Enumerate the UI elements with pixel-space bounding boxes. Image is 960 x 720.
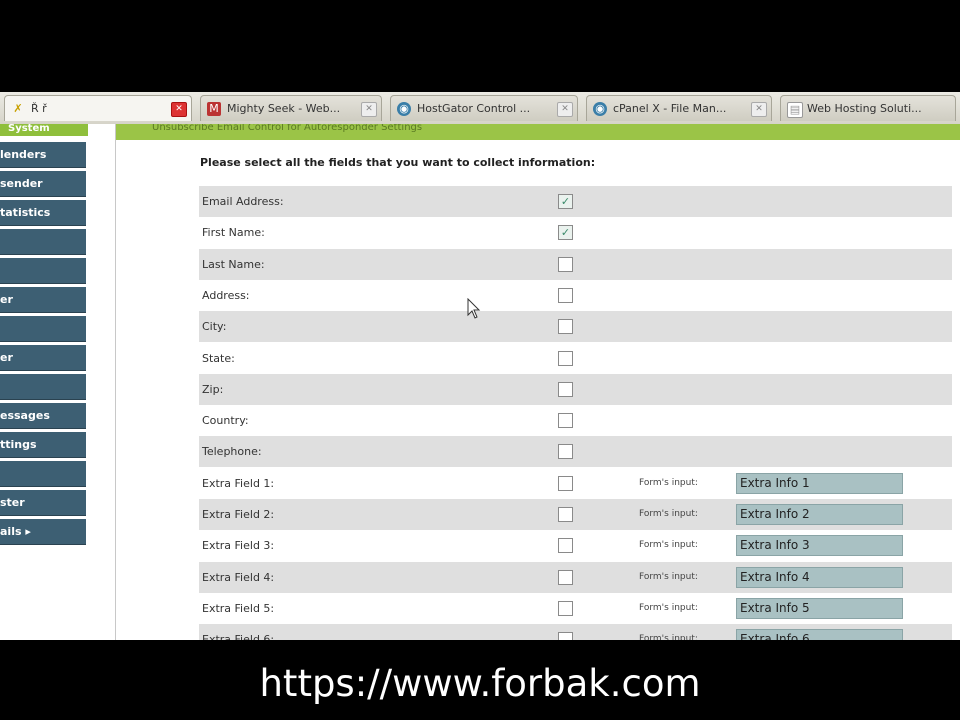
- tab-current[interactable]: ✗ Ř ř ✕: [4, 95, 192, 121]
- field-label: Extra Field 4:: [202, 570, 275, 584]
- field-checkbox[interactable]: ✓: [558, 225, 573, 241]
- sidebar-item[interactable]: sender: [0, 171, 86, 197]
- sidebar-item[interactable]: [0, 258, 86, 284]
- page-icon: ▤: [787, 102, 803, 118]
- extra-field-input[interactable]: Extra Info 5: [736, 597, 903, 619]
- tab-label: Mighty Seek - Web...: [227, 102, 341, 115]
- field-checkbox[interactable]: [558, 256, 573, 272]
- sidebar-item[interactable]: lenders: [0, 142, 86, 168]
- sidebar-item[interactable]: ttings: [0, 432, 86, 458]
- field-row: Extra Field 5: Form's input: Extra Info 5: [199, 593, 952, 624]
- watermark-url: https://www.forbak.com: [259, 662, 701, 705]
- sidebar-item[interactable]: essages: [0, 403, 86, 429]
- field-label: Telephone:: [202, 445, 262, 459]
- form-input-label: Form's input:: [639, 571, 698, 582]
- web-page: System lenders sender tatistics er er es…: [0, 124, 960, 640]
- sidebar-item[interactable]: ails ▸: [0, 519, 86, 545]
- sidebar-item[interactable]: [0, 461, 86, 487]
- form-input-label: Form's input:: [639, 634, 698, 640]
- field-row: Last Name:: [199, 248, 952, 280]
- tab-label: HostGator Control ...: [417, 102, 531, 115]
- field-label: Extra Field 6:: [202, 633, 275, 640]
- sidebar-item[interactable]: er: [0, 345, 86, 371]
- sidebar-item[interactable]: ster: [0, 490, 86, 516]
- field-checkbox[interactable]: [558, 538, 573, 554]
- field-row: Email Address: ✓: [199, 186, 952, 217]
- field-label: Extra Field 2:: [202, 508, 275, 521]
- close-tab-icon[interactable]: ✕: [751, 102, 767, 117]
- hostgator-icon: ◉: [397, 102, 411, 116]
- field-label: State:: [202, 351, 235, 365]
- field-checkbox[interactable]: [558, 350, 573, 366]
- tab-label: cPanel X - File Man...: [613, 102, 727, 115]
- field-row: Extra Field 1: Form's input: Extra Info 1: [199, 468, 952, 499]
- sidebar-header: System: [0, 124, 88, 136]
- sidebar-item[interactable]: [0, 374, 86, 400]
- field-checkbox[interactable]: [558, 319, 573, 335]
- extra-field-input[interactable]: Extra Info 2: [736, 504, 903, 525]
- field-label: Email Address:: [202, 195, 284, 208]
- extra-field-input[interactable]: Extra Info 3: [736, 535, 903, 557]
- field-label: First Name:: [202, 226, 265, 240]
- field-label: Last Name:: [202, 257, 265, 271]
- field-label: Extra Field 5:: [202, 601, 275, 615]
- field-label: Country:: [202, 414, 249, 428]
- tab-label: Web Hosting Soluti...: [807, 102, 922, 115]
- field-checkbox[interactable]: [558, 381, 573, 397]
- field-row: Country:: [199, 405, 952, 436]
- tab-cpanel[interactable]: ◉ cPanel X - File Man... ✕: [586, 95, 772, 121]
- cpanel-icon: ◉: [593, 102, 607, 116]
- mighty-seek-icon: M: [207, 102, 221, 116]
- field-label: Address:: [202, 288, 250, 302]
- form-instructions: Please select all the fields that you wa…: [200, 156, 596, 169]
- field-label: Zip:: [202, 382, 224, 396]
- field-checkbox[interactable]: ✓: [558, 194, 573, 209]
- field-row: Address:: [199, 280, 952, 311]
- sidebar: System lenders sender tatistics er er es…: [0, 124, 88, 640]
- field-checkbox[interactable]: [558, 413, 573, 429]
- close-tab-icon[interactable]: ✕: [171, 102, 187, 117]
- sidebar-item[interactable]: tatistics: [0, 200, 86, 226]
- sidebar-item[interactable]: [0, 316, 86, 342]
- form-input-label: Form's input:: [639, 602, 698, 613]
- field-checkbox[interactable]: [558, 475, 573, 491]
- mouse-cursor-icon: [467, 298, 481, 319]
- field-row: Telephone:: [199, 436, 952, 468]
- close-tab-icon[interactable]: ✕: [557, 102, 573, 117]
- field-row: Extra Field 4: Form's input: Extra Info 4: [199, 561, 952, 593]
- tab-hostgator[interactable]: ◉ HostGator Control ... ✕: [390, 95, 578, 121]
- x-logo-icon: ✗: [13, 102, 23, 115]
- field-label: Extra Field 3:: [202, 539, 275, 553]
- close-tab-icon[interactable]: ✕: [361, 102, 377, 117]
- extra-field-input[interactable]: Extra Info 1: [736, 472, 903, 494]
- field-checkbox[interactable]: [558, 444, 573, 460]
- field-row: Zip:: [199, 373, 952, 405]
- sidebar-item[interactable]: [0, 229, 86, 255]
- column-divider: [115, 124, 116, 640]
- field-row: Extra Field 6: Form's input: Extra Info 6: [199, 624, 952, 640]
- field-checkbox[interactable]: [558, 569, 573, 585]
- field-checkbox[interactable]: [558, 507, 573, 522]
- field-checkbox[interactable]: [558, 600, 573, 616]
- field-label: City:: [202, 320, 227, 334]
- browser-tab-bar: ✗ Ř ř ✕ M Mighty Seek - Web... ✕ ◉ HostG…: [0, 92, 960, 125]
- extra-field-input[interactable]: Extra Info 6: [736, 629, 903, 640]
- section-header-bar: Unsubscribe Email Control for Autorespon…: [116, 124, 960, 140]
- tab-label: Ř ř: [31, 102, 47, 115]
- field-checkbox[interactable]: [558, 632, 573, 640]
- field-label: Extra Field 1:: [202, 476, 275, 490]
- field-row: First Name: ✓: [199, 217, 952, 248]
- field-row: Extra Field 2: Form's input: Extra Info 2: [199, 499, 952, 530]
- form-input-label: Form's input:: [639, 477, 698, 488]
- form-input-label: Form's input:: [639, 540, 698, 551]
- field-row: City:: [199, 311, 952, 343]
- field-row: Extra Field 3: Form's input: Extra Info 3: [199, 530, 952, 561]
- tab-mighty-seek[interactable]: M Mighty Seek - Web... ✕: [200, 95, 382, 121]
- tab-web-hosting[interactable]: ▤ Web Hosting Soluti...: [780, 95, 956, 121]
- field-row: State:: [199, 343, 952, 374]
- extra-field-input[interactable]: Extra Info 4: [736, 566, 903, 588]
- field-checkbox[interactable]: [558, 287, 573, 303]
- form-input-label: Form's input:: [639, 509, 698, 519]
- sidebar-item[interactable]: er: [0, 287, 86, 313]
